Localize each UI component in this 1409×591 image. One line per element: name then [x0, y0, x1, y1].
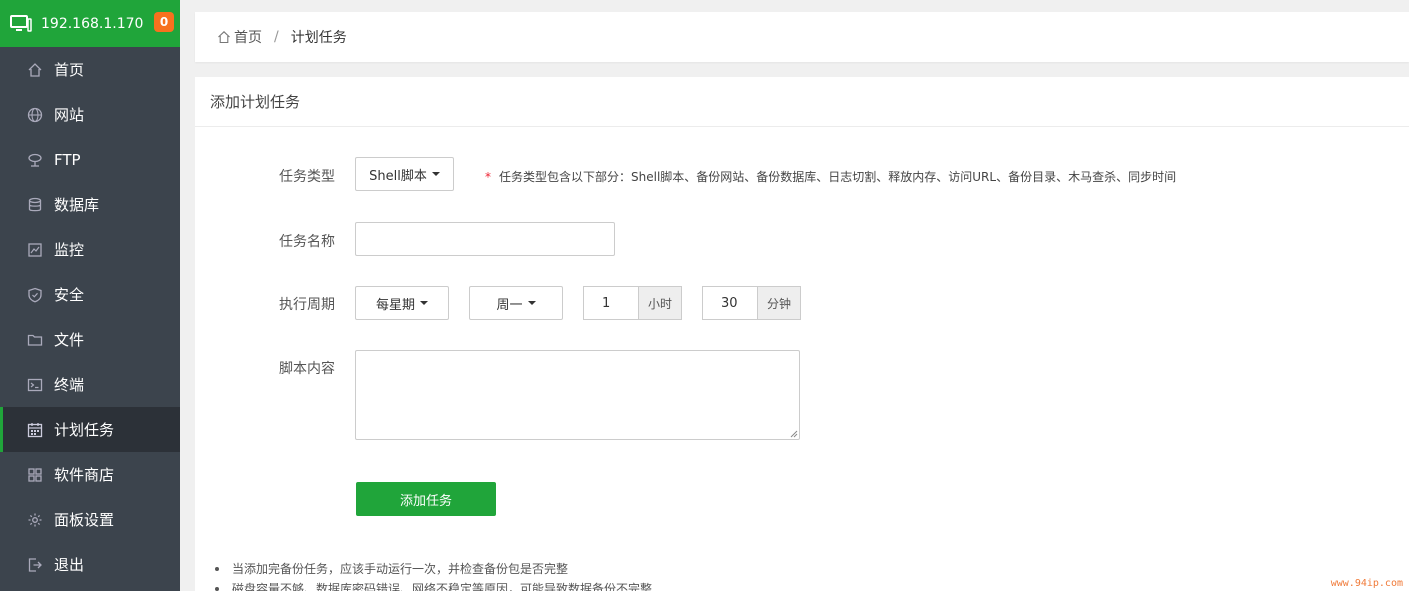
- logout-icon: [27, 557, 43, 573]
- sidebar-item-label: 软件商店: [54, 466, 115, 484]
- sidebar-item-label: 退出: [54, 556, 85, 574]
- task-name-input[interactable]: [355, 222, 615, 256]
- watermark: www.94ip.com: [1328, 578, 1405, 589]
- minute-unit: 分钟: [757, 286, 801, 320]
- sidebar-item-label: 面板设置: [54, 511, 115, 529]
- add-task-button[interactable]: 添加任务: [356, 482, 496, 516]
- sidebar-item-terminal[interactable]: 终端: [0, 362, 180, 407]
- caret-down-icon: [431, 172, 440, 176]
- breadcrumb-current: 计划任务: [290, 30, 347, 46]
- home-icon: [218, 31, 230, 44]
- sidebar-nav: 首页 网站 FTP 数据库 监控 安全 文件 终端 计划任务 软件商店 面板设置…: [0, 47, 180, 587]
- sidebar-item-cron[interactable]: 计划任务: [0, 407, 180, 452]
- sidebar-item-label: 数据库: [54, 196, 100, 214]
- list-item: 磁盘容量不够、数据库密码错误、网络不稳定等原因，可能导致数据备份不完整: [215, 579, 652, 591]
- folder-icon: [27, 332, 43, 348]
- resize-grip-icon[interactable]: [790, 430, 798, 438]
- script-textarea[interactable]: [355, 350, 800, 440]
- sidebar-item-files[interactable]: 文件: [0, 317, 180, 362]
- breadcrumb-separator: /: [274, 29, 279, 45]
- list-item: 当添加完备份任务，应该手动运行一次，并检查备份包是否完整: [215, 559, 652, 579]
- sidebar-item-label: 终端: [54, 376, 85, 394]
- notification-badge[interactable]: 0: [154, 12, 174, 32]
- hour-input[interactable]: 1: [583, 286, 638, 320]
- database-icon: [27, 197, 43, 213]
- sidebar-item-label: FTP: [54, 150, 81, 169]
- sidebar-item-store[interactable]: 软件商店: [0, 452, 180, 497]
- schedule-label: 执行周期: [279, 297, 335, 313]
- sidebar-item-security[interactable]: 安全: [0, 272, 180, 317]
- sidebar-item-settings[interactable]: 面板设置: [0, 497, 180, 542]
- sidebar-item-label: 计划任务: [54, 421, 115, 439]
- sidebar-item-database[interactable]: 数据库: [0, 182, 180, 227]
- hour-unit: 小时: [638, 286, 682, 320]
- sidebar-header[interactable]: 192.168.1.170 0: [0, 0, 180, 47]
- sidebar-item-label: 监控: [54, 241, 85, 259]
- sidebar-item-label: 首页: [54, 61, 85, 79]
- period-value: 每星期: [375, 297, 415, 313]
- home-icon: [27, 62, 43, 78]
- task-type-hint-text: 任务类型包含以下部分：Shell脚本、备份网站、备份数据库、日志切割、释放内存、…: [499, 170, 1177, 184]
- sidebar-item-label: 网站: [54, 106, 85, 124]
- sidebar-item-label: 文件: [54, 331, 85, 349]
- caret-down-icon: [527, 301, 536, 305]
- task-type-value: Shell脚本: [369, 168, 427, 184]
- minute-input[interactable]: 30: [702, 286, 757, 320]
- sidebar-item-home[interactable]: 首页: [0, 47, 180, 92]
- panel-title: 添加计划任务: [195, 77, 1409, 127]
- sidebar-item-monitor[interactable]: 监控: [0, 227, 180, 272]
- grid-icon: [27, 467, 43, 483]
- task-type-dropdown[interactable]: Shell脚本: [355, 157, 454, 191]
- terminal-icon: [27, 377, 43, 393]
- required-star: *: [485, 170, 491, 184]
- task-name-label: 任务名称: [279, 234, 335, 250]
- breadcrumb-home[interactable]: 首页: [234, 27, 262, 47]
- minute-input-group: 30 分钟: [702, 286, 801, 320]
- server-ip: 192.168.1.170: [41, 15, 144, 32]
- caret-down-icon: [420, 301, 428, 305]
- globe-icon: [27, 107, 43, 123]
- notes-list: 当添加完备份任务，应该手动运行一次，并检查备份包是否完整 磁盘容量不够、数据库密…: [215, 559, 652, 591]
- task-type-hint: * 任务类型包含以下部分：Shell脚本、备份网站、备份数据库、日志切割、释放内存…: [485, 168, 1176, 185]
- sidebar-item-ftp[interactable]: FTP: [0, 137, 180, 182]
- weekday-value: 周一: [496, 297, 523, 313]
- monitor-chart-icon: [27, 242, 43, 258]
- task-type-label: 任务类型: [279, 169, 335, 185]
- breadcrumb: 首页 / 计划任务: [195, 12, 1409, 62]
- hour-input-group: 1 小时: [583, 286, 682, 320]
- gear-icon: [27, 512, 43, 528]
- add-cron-panel: 添加计划任务 任务类型 Shell脚本 * 任务类型包含以下部分：Shell脚本、…: [195, 77, 1409, 591]
- script-label: 脚本内容: [279, 361, 335, 377]
- period-dropdown[interactable]: 每星期: [355, 286, 449, 320]
- shield-icon: [27, 287, 43, 303]
- weekday-dropdown[interactable]: 周一: [469, 286, 563, 320]
- sidebar: 192.168.1.170 0 首页 网站 FTP 数据库 监控 安全 文件 终…: [0, 0, 180, 591]
- calendar-icon: [27, 422, 43, 438]
- sidebar-item-website[interactable]: 网站: [0, 92, 180, 137]
- ftp-icon: [27, 152, 43, 168]
- sidebar-item-label: 安全: [54, 286, 85, 304]
- sidebar-item-logout[interactable]: 退出: [0, 542, 180, 587]
- monitor-icon: [10, 14, 32, 32]
